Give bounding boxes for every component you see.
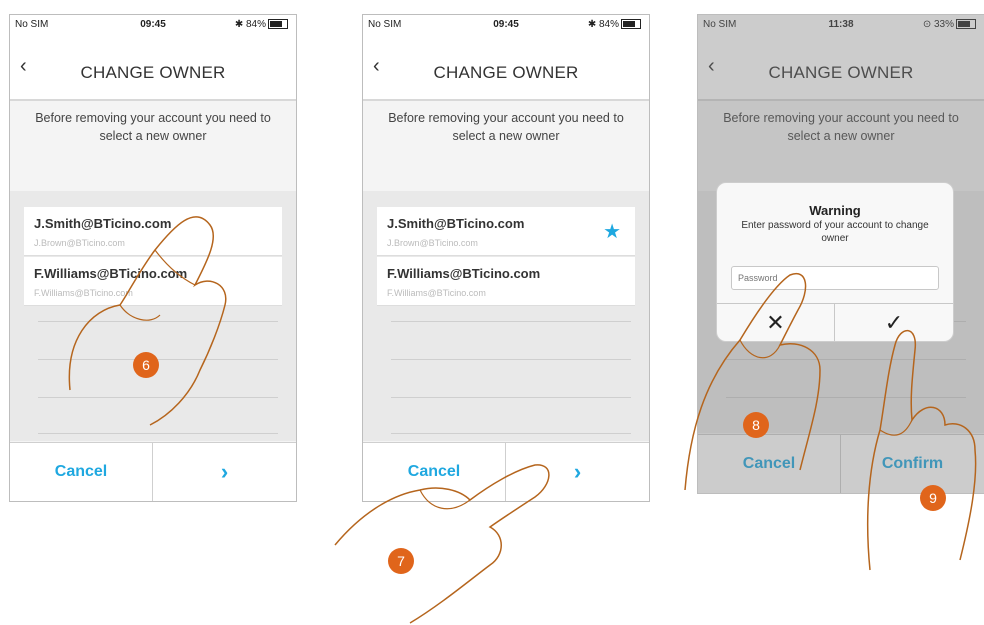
step-badge: 8 bbox=[743, 412, 769, 438]
status-bar: No SIM 09:45 ✱ 84% bbox=[363, 15, 649, 33]
list-item[interactable]: J.Smith@BTicino.com J.Brown@BTicino.com … bbox=[377, 207, 635, 256]
phone-screen-step-8-9: No SIM 11:38 ⊙ 33% ‹ CHANGE OWNER Before… bbox=[697, 14, 984, 494]
list-item[interactable]: F.Williams@BTicino.com F.Williams@BTicin… bbox=[377, 257, 635, 306]
instruction-text: Before removing your account you need to… bbox=[35, 111, 271, 143]
battery-icon bbox=[621, 19, 641, 30]
list-item[interactable]: F.Williams@BTicino.com F.Williams@BTicin… bbox=[24, 257, 282, 306]
next-button[interactable]: › bbox=[506, 443, 649, 501]
cancel-button[interactable]: Cancel bbox=[363, 443, 506, 501]
bluetooth-icon: ✱ bbox=[234, 19, 244, 30]
divider bbox=[38, 433, 278, 434]
divider bbox=[391, 359, 631, 360]
owner-subtext: F.Williams@BTicino.com bbox=[387, 288, 486, 298]
owner-email: F.Williams@BTicino.com bbox=[34, 266, 188, 281]
dialog-confirm-button[interactable]: ✓ bbox=[835, 304, 953, 341]
instruction-text: Before removing your account you need to… bbox=[388, 111, 624, 143]
owner-email: J.Smith@BTicino.com bbox=[34, 216, 172, 231]
bottom-bar: Cancel › bbox=[363, 442, 649, 501]
owner-email: J.Smith@BTicino.com bbox=[387, 216, 525, 231]
step-badge: 6 bbox=[133, 352, 159, 378]
warning-dialog: Warning Enter password of your account t… bbox=[716, 182, 954, 342]
chevron-right-icon: › bbox=[220, 459, 229, 484]
divider bbox=[391, 433, 631, 434]
owner-subtext: J.Brown@BTicino.com bbox=[34, 238, 125, 248]
status-bar: No SIM 09:45 ✱ 84% bbox=[10, 15, 296, 33]
cancel-button[interactable]: Cancel bbox=[10, 443, 153, 501]
next-button[interactable]: › bbox=[153, 443, 296, 501]
phone-screen-step-7: No SIM 09:45 ✱ 84% ‹ CHANGE OWNER Before… bbox=[362, 14, 650, 502]
phone-screen-step-6: No SIM 09:45 ✱ 84% ‹ CHANGE OWNER Before… bbox=[9, 14, 297, 502]
password-input[interactable] bbox=[731, 266, 939, 290]
chevron-right-icon: › bbox=[573, 459, 582, 484]
step-badge: 9 bbox=[920, 485, 946, 511]
dialog-cancel-button[interactable]: ✕ bbox=[717, 304, 835, 341]
owner-email: F.Williams@BTicino.com bbox=[387, 266, 541, 281]
battery-indicator: ✱ 84% bbox=[588, 19, 641, 30]
dialog-actions: ✕ ✓ bbox=[717, 303, 953, 341]
owner-subtext: J.Brown@BTicino.com bbox=[387, 238, 478, 248]
owner-subtext: F.Williams@BTicino.com bbox=[34, 288, 133, 298]
header: ‹ CHANGE OWNER bbox=[10, 33, 296, 101]
divider bbox=[391, 397, 631, 398]
bluetooth-icon: ✱ bbox=[587, 19, 597, 30]
owner-list: J.Smith@BTicino.com J.Brown@BTicino.com … bbox=[10, 191, 296, 441]
divider bbox=[38, 397, 278, 398]
owner-list: J.Smith@BTicino.com J.Brown@BTicino.com … bbox=[363, 191, 649, 441]
step-badge: 7 bbox=[388, 548, 414, 574]
page-title: CHANGE OWNER bbox=[433, 63, 579, 82]
dialog-title: Warning bbox=[809, 203, 861, 218]
star-icon: ★ bbox=[603, 221, 621, 243]
dialog-message: Enter password of your account to change… bbox=[741, 220, 929, 244]
check-icon: ✓ bbox=[884, 309, 904, 335]
battery-icon bbox=[268, 19, 288, 30]
list-item[interactable]: J.Smith@BTicino.com J.Brown@BTicino.com bbox=[24, 207, 282, 256]
page-title: CHANGE OWNER bbox=[80, 63, 226, 82]
divider bbox=[391, 321, 631, 322]
divider bbox=[38, 321, 278, 322]
close-icon: ✕ bbox=[766, 309, 785, 335]
bottom-bar: Cancel › bbox=[10, 442, 296, 501]
battery-indicator: ✱ 84% bbox=[235, 19, 288, 30]
header: ‹ CHANGE OWNER bbox=[363, 33, 649, 101]
